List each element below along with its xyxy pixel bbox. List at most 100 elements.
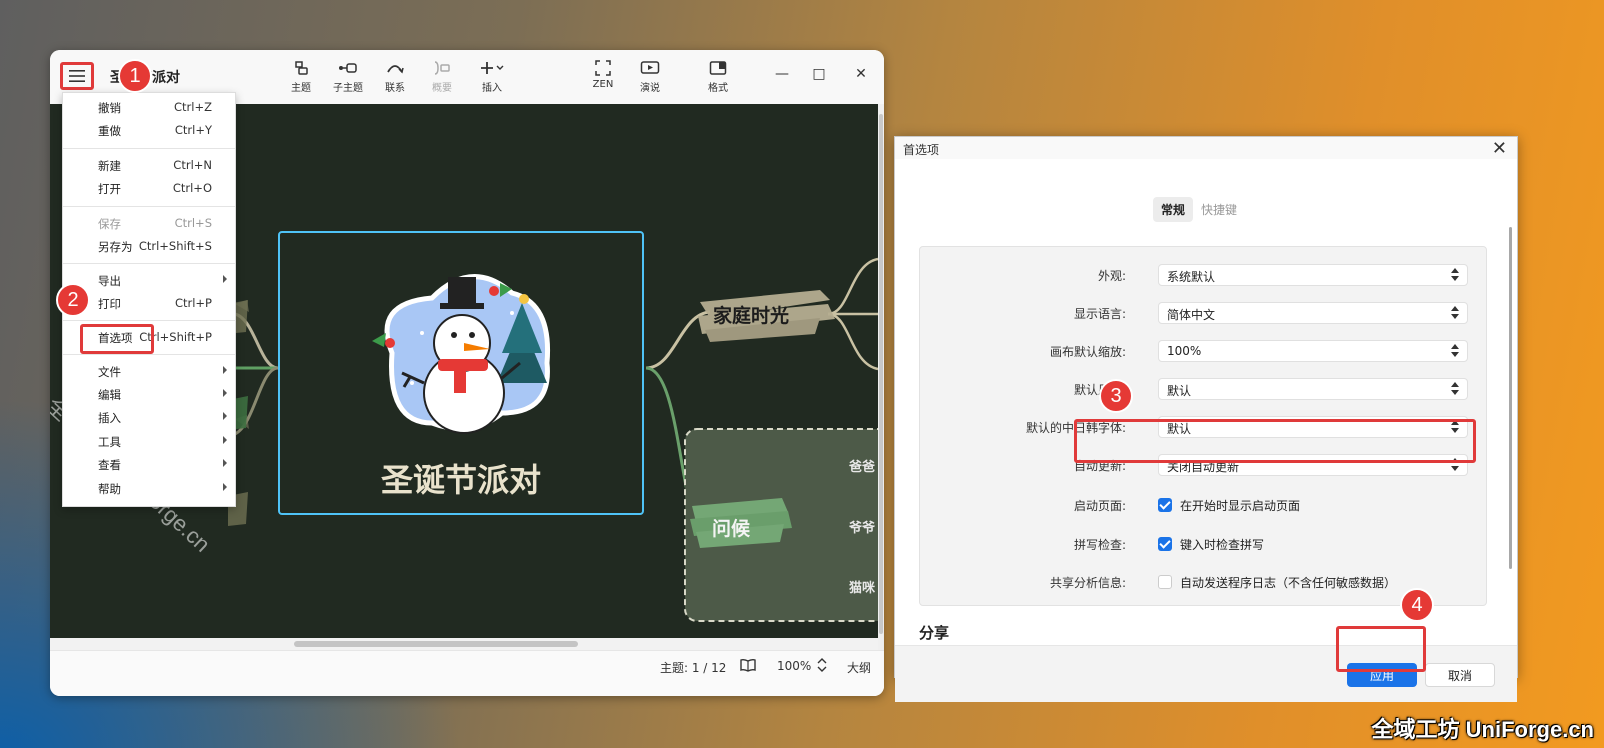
chevron-up-icon	[1451, 344, 1459, 349]
menu-item-shortcut: Ctrl+Y	[174, 123, 212, 137]
toolbar-format-button[interactable]: 格式	[696, 58, 740, 94]
submenu-arrow-icon	[223, 459, 227, 467]
canvas-zoom-select[interactable]: 100%	[1158, 340, 1468, 362]
menu-item-label: 编辑	[98, 388, 121, 402]
zoom-level: 100%	[777, 659, 812, 673]
app-window: 圣诞节派对 主题 子主题 联系 概要 插入 ZEN 演说	[50, 50, 884, 696]
status-bar: 主题: 1 / 12 100% 大纲	[50, 650, 884, 696]
toolbar-relationship-button[interactable]: 联系	[373, 58, 417, 94]
menu-item-open[interactable]: 打开 Ctrl+O	[63, 178, 235, 200]
menu-item-save[interactable]: 保存 Ctrl+S	[63, 213, 235, 235]
toolbar-topic-button[interactable]: 主题	[279, 58, 323, 94]
menu-divider	[63, 148, 235, 149]
menu-item-edit[interactable]: 编辑	[63, 384, 235, 406]
chevron-up-icon	[1451, 382, 1459, 387]
submenu-arrow-icon	[223, 389, 227, 397]
dialog-title: 首选项	[903, 143, 940, 157]
toolbar-summary-button[interactable]: 概要	[420, 58, 464, 94]
language-value: 简体中文	[1167, 308, 1216, 322]
menu-item-insert[interactable]: 插入	[63, 407, 235, 429]
vertical-scroll-thumb[interactable]	[879, 114, 883, 634]
menu-item-save-as[interactable]: 另存为 Ctrl+Shift+S	[63, 236, 235, 258]
analytics-text: 自动发送程序日志（不含任何敏感数据）	[1180, 576, 1397, 590]
topic-count: 主题: 1 / 12	[660, 661, 727, 675]
toolbar-subtopic-button[interactable]: 子主题	[326, 58, 370, 94]
subtopic-dad[interactable]: 爸爸	[849, 456, 875, 475]
subtopic-icon	[326, 58, 370, 78]
menu-item-file[interactable]: 文件	[63, 361, 235, 383]
appearance-value: 系统默认	[1167, 270, 1216, 284]
cancel-button[interactable]: 取消	[1425, 663, 1495, 687]
hamburger-icon	[69, 70, 85, 82]
analytics-label: 共享分析信息:	[1049, 576, 1126, 590]
menu-item-new[interactable]: 新建 Ctrl+N	[63, 155, 235, 177]
startup-page-text: 在开始时显示启动页面	[1180, 499, 1301, 513]
menu-item-label: 导出	[98, 274, 121, 288]
chevron-down-icon	[1451, 314, 1459, 319]
menu-item-label: 打开	[98, 182, 121, 196]
hamburger-menu-button[interactable]	[60, 62, 94, 90]
close-window-button[interactable]: ✕	[847, 62, 875, 86]
appearance-label: 外观:	[1097, 269, 1126, 283]
toolbar-presentation-button[interactable]: 演说	[628, 58, 672, 94]
maximize-button[interactable]: □	[805, 62, 833, 86]
topic-icon	[279, 58, 323, 78]
menu-item-undo[interactable]: 撤销 Ctrl+Z	[63, 97, 235, 119]
presentation-icon	[628, 58, 672, 78]
toolbar-subtopic-label: 子主题	[333, 83, 363, 94]
step-badge-3: 3	[1099, 379, 1133, 413]
menu-item-shortcut: Ctrl+Shift+S	[138, 239, 212, 253]
spellcheck-label: 拼写检查:	[1073, 538, 1126, 552]
central-topic[interactable]: 圣诞节派对	[278, 231, 644, 515]
menu-item-view[interactable]: 查看	[63, 454, 235, 476]
submenu-arrow-icon	[223, 366, 227, 374]
horizontal-scrollbar[interactable]	[50, 638, 878, 650]
menu-divider	[63, 354, 235, 355]
menu-item-label: 撤销	[98, 101, 121, 115]
menu-item-label: 另存为	[98, 240, 133, 254]
menu-item-label: 帮助	[98, 482, 121, 496]
menu-item-shortcut: Ctrl+N	[173, 158, 212, 172]
analytics-checkbox[interactable]	[1158, 575, 1172, 589]
menu-item-tools[interactable]: 工具	[63, 431, 235, 453]
dialog-close-button[interactable]: ✕	[1492, 138, 1507, 159]
menu-item-redo[interactable]: 重做 Ctrl+Y	[63, 120, 235, 142]
chevron-up-icon	[1451, 268, 1459, 273]
menu-item-help[interactable]: 帮助	[63, 478, 235, 500]
menu-item-shortcut: Ctrl+O	[172, 181, 212, 195]
tab-general[interactable]: 常规	[1153, 197, 1194, 222]
dialog-scrollbar[interactable]	[1509, 227, 1512, 569]
horizontal-scroll-thumb[interactable]	[294, 641, 578, 647]
chevron-down-icon	[1451, 352, 1459, 357]
vertical-scrollbar[interactable]	[878, 104, 884, 694]
outline-button[interactable]: 大纲	[847, 659, 871, 676]
spellcheck-checkbox[interactable]	[1158, 537, 1172, 551]
appearance-select[interactable]: 系统默认	[1158, 264, 1468, 286]
language-select[interactable]: 简体中文	[1158, 302, 1468, 324]
startup-page-checkbox[interactable]	[1158, 498, 1172, 512]
outline-book-icon[interactable]	[740, 658, 756, 675]
step-badge-1: 1	[118, 59, 152, 93]
topic-family-time[interactable]: 家庭时光	[713, 301, 789, 328]
minimize-button[interactable]: —	[768, 62, 796, 86]
topic-greeting[interactable]: 问候	[712, 514, 750, 541]
menu-item-export[interactable]: 导出	[63, 270, 235, 292]
tab-shortcuts[interactable]: 快捷键	[1193, 197, 1245, 222]
relationship-icon	[373, 58, 417, 78]
toolbar-relationship-label: 联系	[385, 83, 405, 94]
menu-divider	[63, 320, 235, 321]
language-label: 显示语言:	[1073, 307, 1126, 321]
zoom-stepper[interactable]	[817, 657, 827, 676]
preferences-tabs: 常规 快捷键	[1153, 197, 1245, 222]
toolbar-zen-button[interactable]: ZEN	[581, 58, 625, 90]
subtopic-grandpa[interactable]: 爷爷	[849, 517, 875, 536]
subtopic-cat[interactable]: 猫咪	[849, 577, 875, 596]
toolbar-insert-label: 插入	[482, 83, 502, 94]
share-section-heading: 分享	[919, 624, 950, 642]
chevron-down-icon	[1451, 466, 1459, 471]
menu-item-label: 新建	[98, 159, 121, 173]
toolbar-insert-button[interactable]: 插入	[470, 58, 514, 94]
menu-item-shortcut: Ctrl+P	[174, 296, 212, 310]
maximize-icon: □	[812, 66, 826, 82]
default-style-select[interactable]: 默认	[1158, 378, 1468, 400]
